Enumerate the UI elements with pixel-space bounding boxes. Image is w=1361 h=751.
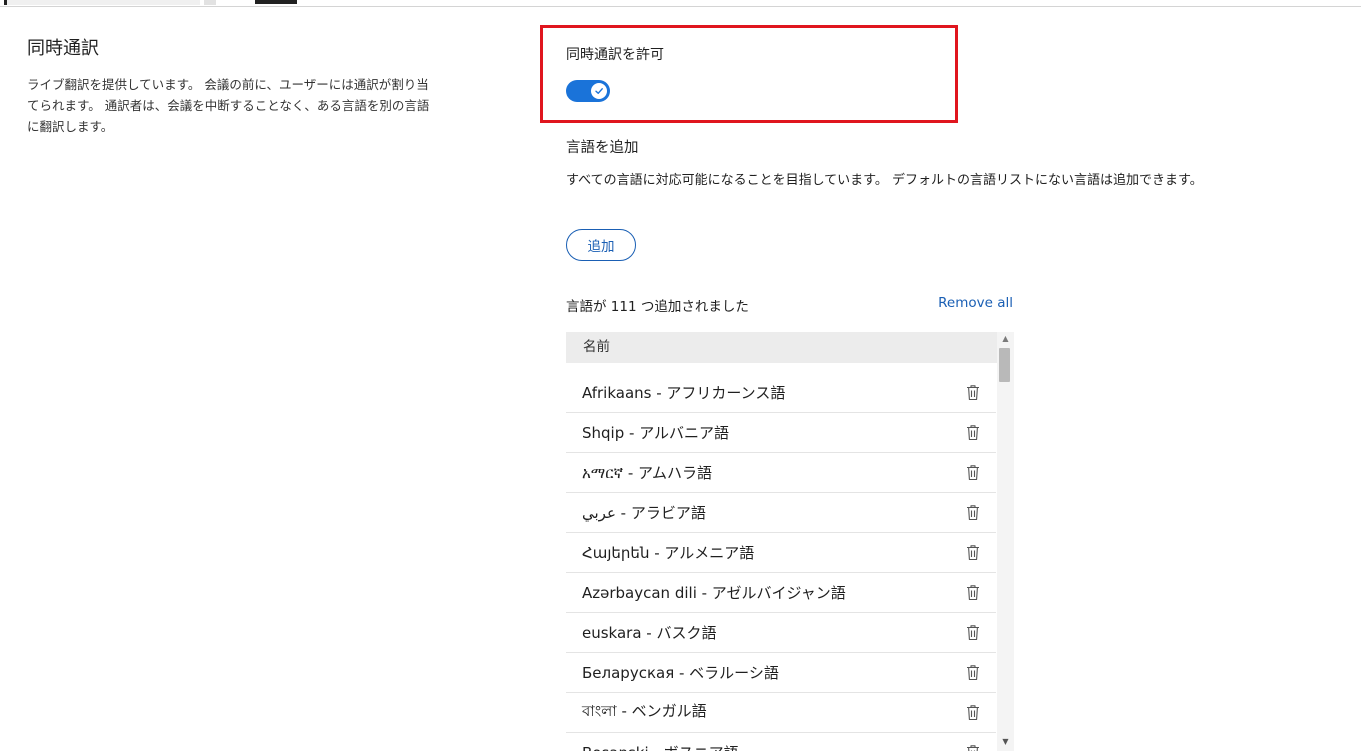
scroll-down-arrow-icon[interactable]: ▼ [997,737,1014,747]
column-header-name: 名前 [566,332,1014,363]
table-row: Shqip - アルバニア語 [566,413,996,453]
trash-icon[interactable] [966,744,980,751]
scroll-up-arrow-icon[interactable]: ▲ [997,334,1014,344]
trash-icon[interactable] [966,664,980,681]
table-row: বাংলা - ベンガル語 [566,693,996,733]
section-info: 同時通訳 ライブ翻訳を提供しています。 会議の前に、ユーザーには通訳が割り当てら… [27,38,437,137]
table-row: Azərbaycan dili - アゼルバイジャン語 [566,573,996,613]
toggle-label: 同時通訳を許可 [566,47,664,63]
top-bar-tab [204,0,216,5]
top-bar [0,0,1361,7]
trash-icon[interactable] [966,464,980,481]
highlight-box [540,25,958,123]
language-name: አማርኛ - アムハラ語 [582,464,712,482]
language-name: Azərbaycan dili - アゼルバイジャン語 [582,584,846,602]
trash-icon[interactable] [966,624,980,641]
add-language-title: 言語を追加 [566,140,639,156]
language-name: Bosanski - ボスニア語 [566,742,739,751]
language-table: 名前 Afrikaans - アフリカーンス語 Shqip - アルバニア語 አ… [566,332,1014,751]
section-description: ライブ翻訳を提供しています。 会議の前に、ユーザーには通訳が割り当てられます。 … [27,77,430,134]
trash-icon[interactable] [966,584,980,601]
checkmark-icon [595,88,603,94]
language-name: Afrikaans - アフリカーンス語 [582,384,786,402]
allow-interpretation-toggle[interactable] [566,80,610,102]
table-row: አማርኛ - アムハラ語 [566,453,996,493]
trash-icon[interactable] [966,544,980,561]
table-row: عربي - アラビア語 [566,493,996,533]
table-row: euskara - バスク語 [566,613,996,653]
language-count: 言語が 111 つ追加されました [566,299,749,315]
table-row: Afrikaans - アフリカーンス語 [566,373,996,413]
table-row: Беларуская - ベラルーシ語 [566,653,996,693]
scroll-thumb[interactable] [999,348,1010,382]
language-name: عربي - アラビア語 [582,504,706,522]
language-name: euskara - バスク語 [582,624,717,642]
top-bar-title [255,0,297,4]
top-bar-field [4,0,200,5]
trash-icon[interactable] [966,704,980,721]
remove-all-link[interactable]: Remove all [938,295,1013,311]
add-language-button[interactable]: 追加 [566,229,636,261]
table-row: Հայերեն - アルメニア語 [566,533,996,573]
section-title: 同時通訳 [27,38,99,59]
table-row: Bosanski - ボスニア語 [566,733,996,751]
language-name: Հայերեն - アルメニア語 [582,544,755,562]
language-rows: Afrikaans - アフリカーンス語 Shqip - アルバニア語 አማርኛ… [566,373,996,751]
toggle-knob [591,83,607,99]
trash-icon[interactable] [966,504,980,521]
trash-icon[interactable] [966,424,980,441]
language-name: Беларуская - ベラルーシ語 [582,664,779,682]
list-scrollbar[interactable]: ▲ ▼ [997,332,1014,751]
add-language-description: すべての言語に対応可能になることを目指しています。 デフォルトの言語リストにない… [566,173,1203,188]
language-name: বাংলা - ベンガル語 [582,702,707,720]
trash-icon[interactable] [966,384,980,401]
language-name: Shqip - アルバニア語 [582,424,730,442]
